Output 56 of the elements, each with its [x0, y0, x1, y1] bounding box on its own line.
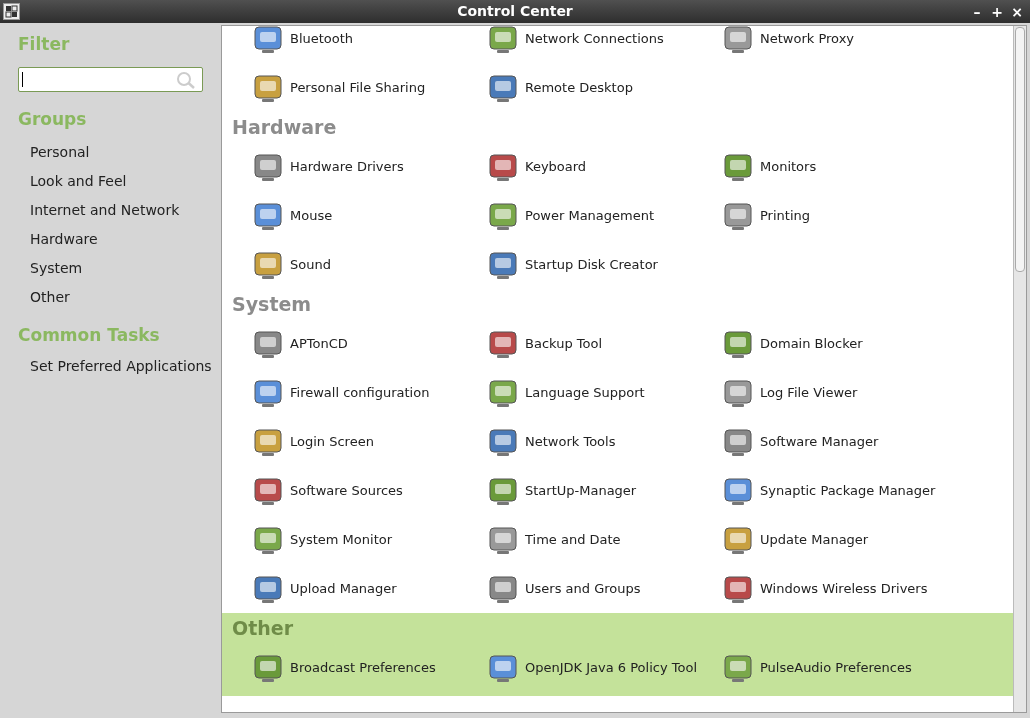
sidebar-heading: Common Tasks: [18, 324, 161, 347]
applet-item[interactable]: Domain Blocker: [722, 319, 957, 368]
applet-item[interactable]: Language Support: [487, 368, 722, 417]
applet-item[interactable]: Windows Wireless Drivers: [722, 564, 957, 613]
window-title: Control Center: [457, 2, 573, 21]
applet-item[interactable]: Login Screen: [252, 417, 487, 466]
sidebar-item[interactable]: Internet and Network: [18, 196, 220, 225]
applet-item[interactable]: Software Sources: [252, 466, 487, 515]
applet-item[interactable]: Keyboard: [487, 142, 722, 191]
scrollbar-thumb[interactable]: [1015, 27, 1025, 272]
sidebar-item[interactable]: Other: [18, 283, 220, 312]
applet-item[interactable]: Broadcast Preferences: [252, 643, 487, 692]
applet-item[interactable]: Time and Date: [487, 515, 722, 564]
sidebar-item[interactable]: Look and Feel: [18, 167, 220, 196]
applet-item[interactable]: Sound: [252, 240, 487, 289]
applet-item[interactable]: Firewall configuration: [252, 368, 487, 417]
sidebar-item[interactable]: Personal: [18, 138, 220, 167]
applet-item[interactable]: Power Management: [487, 191, 722, 240]
applet-item[interactable]: Synaptic Package Manager: [722, 466, 957, 515]
maximize-button[interactable]: +: [990, 4, 1004, 19]
applet-item[interactable]: System Monitor: [252, 515, 487, 564]
applet-item[interactable]: Printing: [722, 191, 957, 240]
close-button[interactable]: ×: [1010, 4, 1024, 19]
applet-item[interactable]: PulseAudio Preferences: [722, 643, 957, 692]
sidebar-item[interactable]: System: [18, 254, 220, 283]
sidebar-heading: Filter: [18, 33, 71, 56]
section-heading: Hardware: [231, 115, 338, 140]
applet-item[interactable]: Users and Groups: [487, 564, 722, 613]
sidebar-heading: Groups: [18, 108, 88, 131]
applet-item[interactable]: Log File Viewer: [722, 368, 957, 417]
filter-field[interactable]: [18, 67, 203, 92]
applet-item[interactable]: Remote Desktop: [487, 63, 722, 112]
sidebar-item[interactable]: Set Preferred Applications: [18, 352, 220, 381]
applet-item[interactable]: Update Manager: [722, 515, 957, 564]
sidebar-item[interactable]: Hardware: [18, 225, 220, 254]
applet-item[interactable]: APTonCD: [252, 319, 487, 368]
section-heading: System: [231, 292, 313, 317]
applet-item[interactable]: Personal File Sharing: [252, 63, 487, 112]
applet-item[interactable]: Backup Tool: [487, 319, 722, 368]
minimize-button[interactable]: –: [970, 4, 984, 19]
scrollbar[interactable]: [1013, 26, 1026, 712]
search-icon: [176, 70, 196, 89]
applet-item[interactable]: Startup Disk Creator: [487, 240, 722, 289]
applet-item[interactable]: Network Tools: [487, 417, 722, 466]
applet-item[interactable]: Network Connections: [487, 26, 722, 63]
applet-item[interactable]: StartUp-Manager: [487, 466, 722, 515]
applet-item[interactable]: Monitors: [722, 142, 957, 191]
applet-item[interactable]: Bluetooth: [252, 26, 487, 63]
section-heading: Other: [231, 616, 295, 641]
applet-item[interactable]: OpenJDK Java 6 Policy Tool: [487, 643, 722, 692]
applet-item[interactable]: Hardware Drivers: [252, 142, 487, 191]
applet-item[interactable]: Mouse: [252, 191, 487, 240]
applet-item[interactable]: Software Manager: [722, 417, 957, 466]
window-menu-icon[interactable]: [3, 3, 20, 20]
applet-item[interactable]: Upload Manager: [252, 564, 487, 613]
applet-item[interactable]: Network Proxy: [722, 26, 957, 63]
